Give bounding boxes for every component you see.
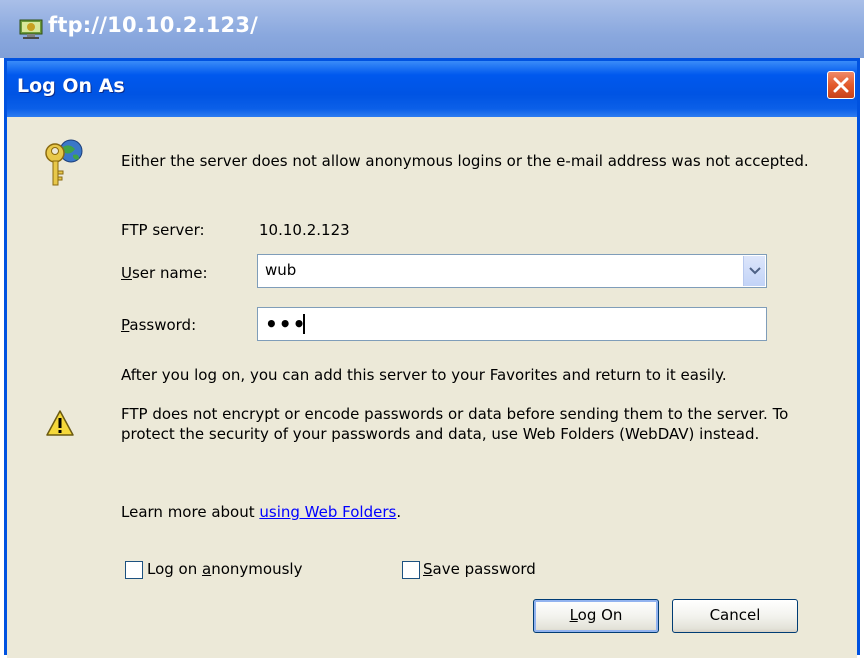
- password-input[interactable]: •••: [257, 307, 767, 341]
- username-combobox[interactable]: wub: [257, 254, 767, 288]
- cancel-button[interactable]: Cancel: [672, 599, 798, 633]
- log-on-anonymously-checkbox[interactable]: [125, 561, 143, 579]
- web-folders-link[interactable]: using Web Folders: [259, 503, 396, 521]
- favorites-note: After you log on, you can add this serve…: [121, 366, 727, 384]
- log-on-button[interactable]: Log On: [533, 599, 659, 633]
- security-warning: FTP does not encrypt or encode passwords…: [121, 405, 789, 443]
- dialog-title: Log On As: [17, 75, 125, 97]
- ftp-server-value: 10.10.2.123: [259, 221, 350, 239]
- learn-more-text: Learn more about using Web Folders.: [121, 503, 402, 521]
- dialog-body: Either the server does not allow anonymo…: [7, 117, 857, 658]
- keys-globe-icon: [45, 139, 83, 186]
- username-label: User name:: [121, 264, 208, 282]
- chevron-down-icon: [749, 267, 761, 275]
- log-on-as-dialog: Log On As Either the server does not all…: [4, 58, 860, 658]
- save-password-checkbox[interactable]: [402, 561, 420, 579]
- username-dropdown-button[interactable]: [743, 256, 765, 286]
- close-button[interactable]: [827, 71, 855, 99]
- background-window-titlebar: ftp://10.10.2.123/: [0, 0, 864, 58]
- ftp-folder-icon: [19, 19, 43, 39]
- password-masked-value: •••: [265, 312, 307, 336]
- password-label: Password:: [121, 316, 197, 334]
- username-value[interactable]: wub: [265, 261, 296, 279]
- save-password-label[interactable]: Save password: [423, 560, 536, 578]
- log-on-anonymously-label[interactable]: Log on anonymously: [147, 560, 302, 578]
- warning-icon: [46, 410, 74, 436]
- dialog-titlebar[interactable]: Log On As: [7, 61, 857, 117]
- background-window-title: ftp://10.10.2.123/: [48, 13, 259, 37]
- ftp-server-label: FTP server:: [121, 221, 205, 239]
- text-caret: [303, 314, 305, 334]
- intro-message: Either the server does not allow anonymo…: [121, 152, 809, 170]
- close-icon: [833, 77, 849, 93]
